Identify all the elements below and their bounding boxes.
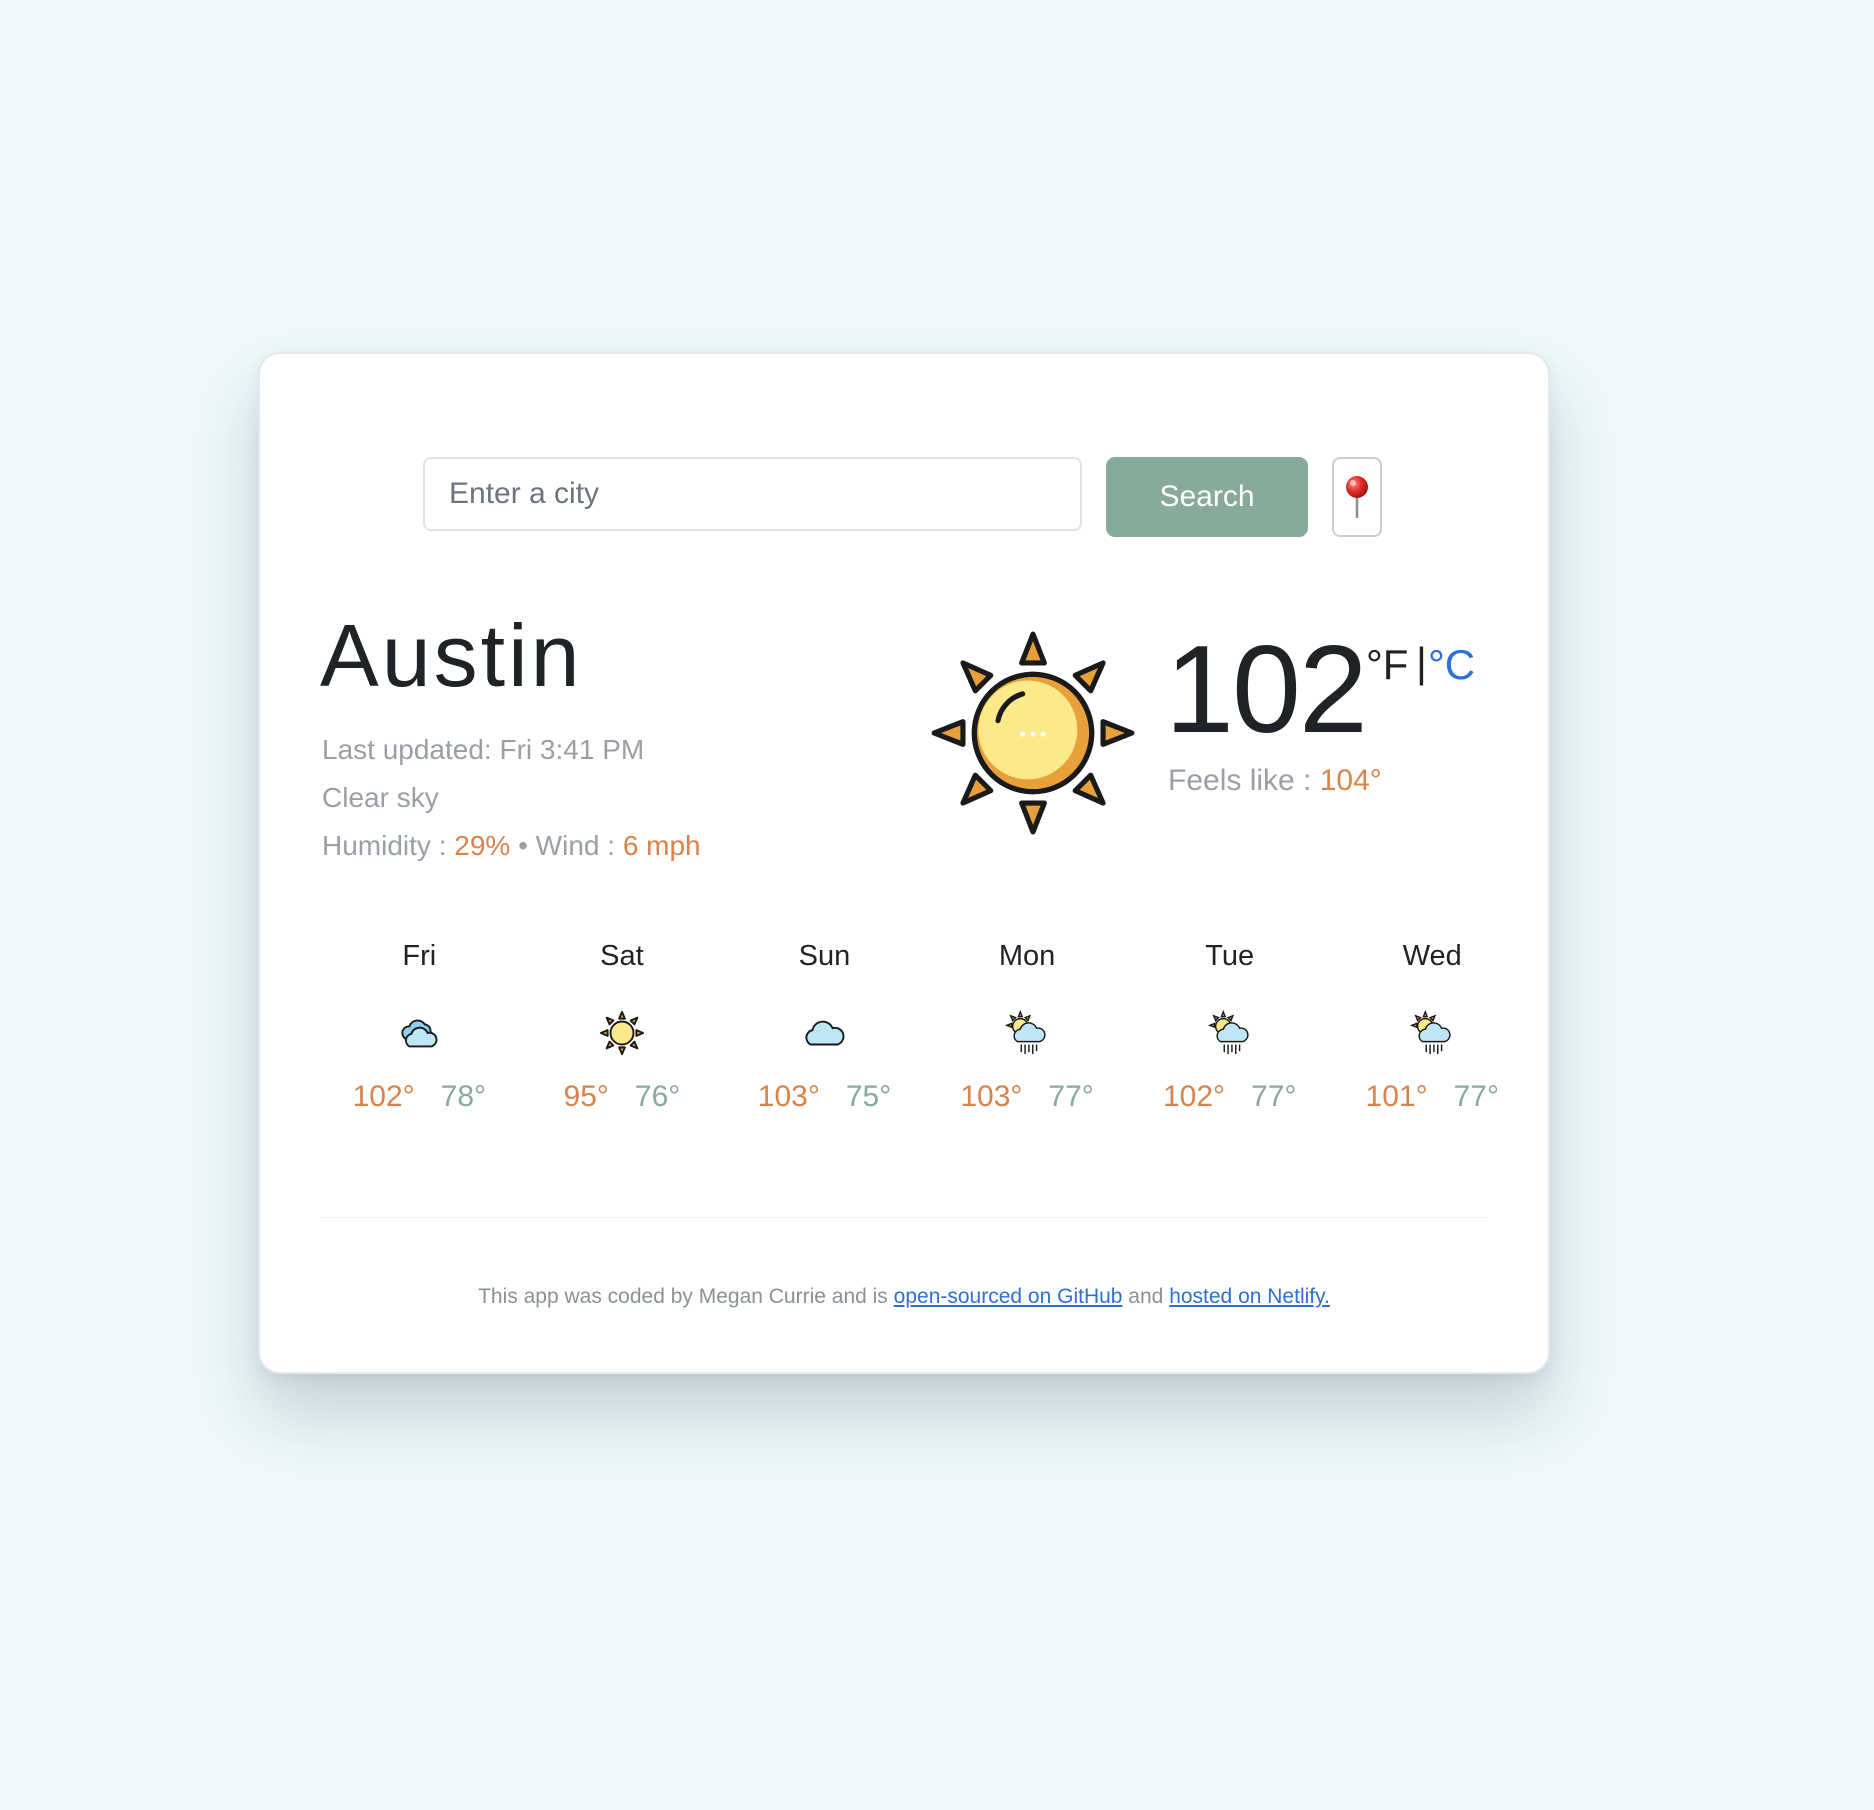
last-updated: Last updated: Fri 3:41 PM <box>322 736 644 764</box>
last-updated-time: Fri 3:41 PM <box>499 734 645 765</box>
forecast-max-temp: 102° <box>1162 1080 1226 1113</box>
forecast-row: Fri 102° 78° Sat 95° 76° Sun 103° 75° Mo… <box>318 942 1534 1112</box>
forecast-max-temp: 101° <box>1365 1080 1428 1113</box>
humidity-label: Humidity : <box>322 830 447 861</box>
sun-icon <box>599 1010 644 1056</box>
city-search-input[interactable] <box>423 457 1082 531</box>
clear-sky-sun-icon <box>931 631 1135 835</box>
forecast-max-temp: 102° <box>352 1080 415 1113</box>
forecast-temps: 103° 77° <box>960 1082 1093 1112</box>
cloud-icon <box>805 1020 845 1046</box>
netlify-link[interactable]: hosted on Netlify. <box>1169 1285 1330 1308</box>
forecast-day: Sun 103° 75° <box>723 942 926 1112</box>
pushpin-icon <box>1346 476 1368 518</box>
forecast-day-name: Wed <box>1402 940 1462 972</box>
forecast-day: Sat 95° 76° <box>521 942 724 1112</box>
forecast-temps: 102° 78° <box>353 1082 486 1112</box>
feels-like-value: 104° <box>1319 764 1382 797</box>
sun-rain-cloud-icon <box>1410 1010 1451 1055</box>
forecast-min-temp: 77° <box>1453 1080 1499 1113</box>
humidity-wind-row: Humidity : 29% • Wind : 6 mph <box>322 832 701 860</box>
forecast-min-temp: 76° <box>634 1080 681 1113</box>
sun-rain-cloud-icon <box>1207 1010 1249 1055</box>
footer-text: This app was coded by Megan Currie and i… <box>478 1285 894 1308</box>
feels-like-label: Feels like : <box>1168 764 1312 797</box>
forecast-day: Fri 102° 78° <box>318 942 521 1112</box>
forecast-temps: 102° 77° <box>1163 1082 1296 1112</box>
celsius-toggle[interactable]: °C <box>1428 644 1475 686</box>
wind-value: 6 mph <box>622 830 701 861</box>
forecast-day-name: Mon <box>998 940 1056 972</box>
wind-label: Wind : <box>535 830 616 861</box>
weather-description: Clear sky <box>322 782 439 813</box>
github-link[interactable]: open-sourced on GitHub <box>894 1285 1123 1308</box>
forecast-day-name: Tue <box>1205 940 1255 972</box>
footer: This app was coded by Megan Currie and i… <box>258 1286 1550 1307</box>
current-temperature: 102 <box>1165 621 1368 759</box>
forecast-temps: 103° 75° <box>758 1082 891 1112</box>
forecast-min-temp: 77° <box>1251 1080 1297 1113</box>
footer-text-and: and <box>1122 1285 1170 1308</box>
forecast-max-temp: 103° <box>757 1080 820 1113</box>
fahrenheit-toggle[interactable]: °F <box>1366 644 1408 686</box>
feels-like: Feels like : 104° <box>1168 766 1382 796</box>
forecast-min-temp: 75° <box>845 1080 892 1113</box>
forecast-min-temp: 77° <box>1048 1080 1094 1113</box>
forecast-temps: 95° 76° <box>564 1082 681 1112</box>
forecast-day: Wed 101° 77° <box>1331 942 1534 1112</box>
last-updated-label: Last updated: <box>322 734 492 765</box>
forecast-temps: 101° 77° <box>1366 1082 1499 1112</box>
cloudy-icon <box>401 1019 438 1048</box>
forecast-day-name: Sun <box>798 940 851 972</box>
forecast-max-temp: 103° <box>960 1080 1023 1113</box>
unit-separator: | <box>1416 639 1427 686</box>
search-button[interactable]: Search <box>1106 457 1308 537</box>
footer-divider <box>322 1217 1488 1218</box>
city-name: Austin <box>320 606 583 705</box>
separator-dot: • <box>518 830 528 861</box>
current-location-button[interactable] <box>1332 457 1382 537</box>
humidity-value: 29% <box>454 830 511 861</box>
forecast-day: Mon 103° 77° <box>926 942 1129 1112</box>
forecast-min-temp: 78° <box>440 1080 487 1113</box>
forecast-day-name: Fri <box>402 940 437 972</box>
forecast-day-name: Sat <box>600 940 644 972</box>
forecast-max-temp: 95° <box>563 1080 609 1113</box>
forecast-day: Tue 102° 77° <box>1128 942 1331 1112</box>
sun-rain-cloud-icon <box>1005 1010 1046 1055</box>
